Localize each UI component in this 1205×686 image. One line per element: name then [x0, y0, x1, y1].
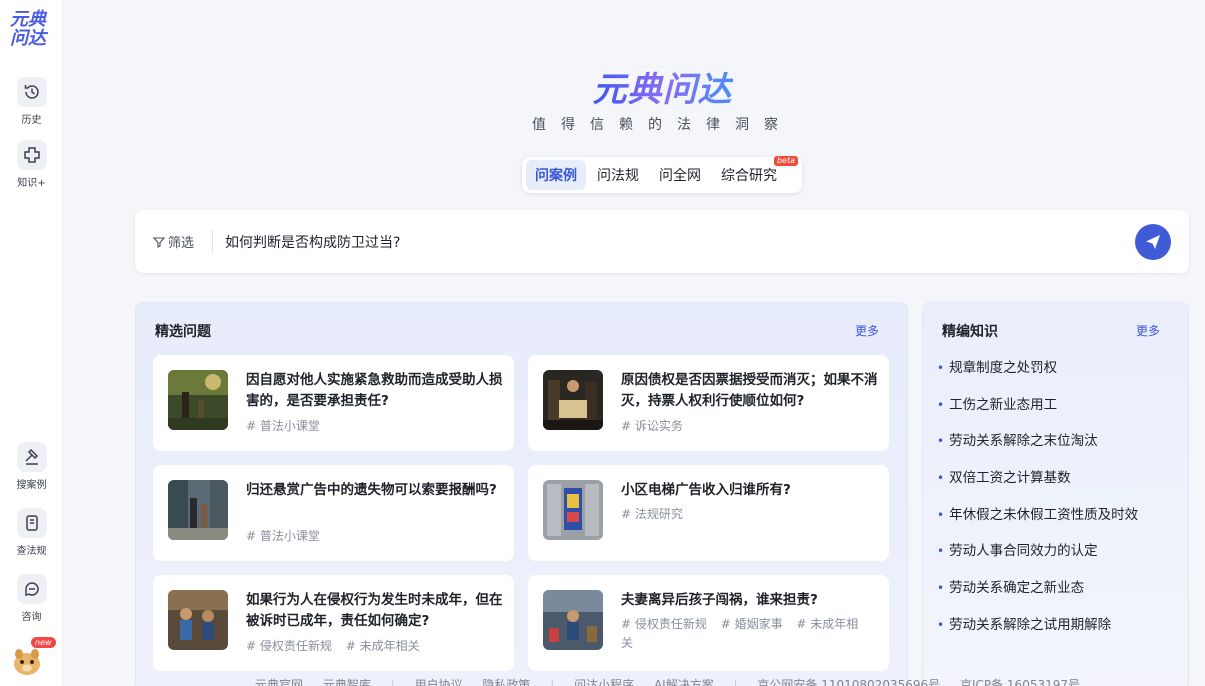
- knowledge-item[interactable]: 劳动关系确定之新业态: [937, 578, 1138, 615]
- footer-link[interactable]: 元典智库: [323, 678, 371, 686]
- featured-title: 精选问题: [155, 324, 211, 340]
- featured-more-link[interactable]: 更多: [855, 322, 879, 339]
- knowledge-item[interactable]: 年休假之未休假工资性质及时效: [937, 505, 1138, 542]
- sidebar-item-consult[interactable]: 咨询: [0, 574, 63, 623]
- card-thumbnail: [168, 590, 228, 650]
- tab-research[interactable]: 综合研究 beta: [712, 156, 798, 190]
- filter-icon: [153, 236, 165, 248]
- sidebar-item-label: 搜案例: [16, 480, 47, 491]
- sidebar-item-search-laws[interactable]: 查法规: [0, 508, 63, 557]
- card-tags: # 侵权责任新规 # 婚姻家事 # 未成年相关: [621, 615, 871, 653]
- footer-link[interactable]: 元典官网: [255, 678, 303, 686]
- knowledge-item[interactable]: 劳动人事合同效力的认定: [937, 541, 1138, 578]
- sidebar-item-label: 知识+: [17, 178, 46, 189]
- footer-link[interactable]: 京ICP备 16053197号: [960, 678, 1080, 686]
- card-tags: # 侵权责任新规 # 未成年相关: [246, 637, 496, 656]
- mode-tabs: 问案例 问法规 问全网 综合研究 beta: [522, 156, 802, 193]
- sidebar-item-knowledge[interactable]: 知识+: [0, 140, 63, 189]
- card-tag[interactable]: # 未成年相关: [346, 639, 420, 653]
- card-thumbnail: [543, 590, 603, 650]
- brand-subtitle: 值得信赖的法律洞察: [532, 117, 793, 133]
- send-button[interactable]: [1135, 224, 1171, 260]
- knowledge-item[interactable]: 劳动关系解除之末位淘汰: [937, 431, 1138, 468]
- card-title: 原因债权是否因票据授受而消灭；如果不消灭，持票人权利行使顺位如何?: [621, 372, 878, 409]
- card-tag[interactable]: # 侵权责任新规: [246, 639, 332, 653]
- card-tags: # 普法小课堂: [246, 417, 496, 436]
- knowledge-item[interactable]: 规章制度之处罚权: [937, 358, 1138, 395]
- question-card[interactable]: 因自愿对他人实施紧急救助而造成受助人损害的，是否要承担责任? # 普法小课堂: [153, 355, 514, 451]
- send-icon: [1146, 235, 1160, 249]
- footer-link[interactable]: 隐私政策: [482, 678, 530, 686]
- knowledge-more-link[interactable]: 更多: [1136, 322, 1160, 339]
- tab-research-label: 综合研究: [721, 168, 777, 184]
- footer-link[interactable]: 京公网安备 11010802035696号: [757, 678, 940, 686]
- card-tag[interactable]: # 法规研究: [621, 507, 683, 521]
- card-thumbnail: [168, 480, 228, 540]
- card-tag[interactable]: # 普法小课堂: [246, 529, 320, 543]
- footer-link[interactable]: 问达小程序: [574, 678, 634, 686]
- tab-cases[interactable]: 问案例: [526, 160, 586, 190]
- knowledge-item[interactable]: 工伤之新业态用工: [937, 395, 1138, 432]
- card-thumbnail: [543, 370, 603, 430]
- card-tags: # 诉讼实务: [621, 417, 871, 436]
- gavel-icon: [16, 442, 47, 472]
- card-tag[interactable]: # 普法小课堂: [246, 419, 320, 433]
- logo-line-2: 问达: [10, 28, 46, 49]
- tab-laws[interactable]: 问法规: [588, 160, 648, 190]
- question-card[interactable]: 如果行为人在侵权行为发生时未成年，但在被诉时已成年，责任如何确定? # 侵权责任…: [153, 575, 514, 671]
- brand-title: 元典问达: [592, 70, 733, 110]
- question-card[interactable]: 夫妻离异后孩子闯祸，谁来担责? # 侵权责任新规 # 婚姻家事 # 未成年相关: [528, 575, 889, 671]
- question-card[interactable]: 归还悬赏广告中的遗失物可以索要报酬吗? # 普法小课堂: [153, 465, 514, 561]
- card-tags: # 普法小课堂: [246, 527, 496, 546]
- knowledge-icon: [16, 140, 47, 170]
- tab-web[interactable]: 问全网: [650, 160, 710, 190]
- knowledge-item[interactable]: 双倍工资之计算基数: [937, 468, 1138, 505]
- search-bar: 筛选: [135, 210, 1189, 273]
- knowledge-panel: 精编知识 更多 规章制度之处罚权 工伤之新业态用工 劳动关系解除之末位淘汰 双倍…: [922, 302, 1189, 686]
- card-title: 小区电梯广告收入归谁所有?: [621, 482, 791, 498]
- card-title: 如果行为人在侵权行为发生时未成年，但在被诉时已成年，责任如何确定?: [246, 592, 503, 629]
- featured-questions-panel: 精选问题 更多 因自愿对他人实施紧急救助而造成受助人损害的，是否要承担责任? #…: [135, 302, 908, 686]
- footer-divider: |: [550, 678, 555, 686]
- consult-icon: [16, 574, 47, 604]
- filter-divider: [212, 230, 213, 254]
- app-logo[interactable]: 元典 问达: [10, 10, 50, 48]
- knowledge-list: 规章制度之处罚权 工伤之新业态用工 劳动关系解除之末位淘汰 双倍工资之计算基数 …: [937, 358, 1138, 652]
- sidebar-item-label: 咨询: [21, 612, 42, 623]
- footer-link[interactable]: 用户协议: [415, 678, 463, 686]
- card-title: 因自愿对他人实施紧急救助而造成受助人损害的，是否要承担责任?: [246, 372, 503, 409]
- footer-divider: |: [733, 678, 738, 686]
- card-tag[interactable]: # 诉讼实务: [621, 419, 683, 433]
- card-thumbnail: [543, 480, 603, 540]
- logo-line-1: 元典: [10, 9, 46, 30]
- avatar[interactable]: [10, 645, 44, 677]
- card-tag[interactable]: # 侵权责任新规: [621, 617, 707, 631]
- filter-button[interactable]: 筛选: [153, 232, 194, 251]
- question-card[interactable]: 原因债权是否因票据授受而消灭；如果不消灭，持票人权利行使顺位如何? # 诉讼实务: [528, 355, 889, 451]
- sidebar-item-search-cases[interactable]: 搜案例: [0, 442, 63, 491]
- footer-link[interactable]: AI解决方案: [654, 678, 714, 686]
- question-card[interactable]: 小区电梯广告收入归谁所有? # 法规研究: [528, 465, 889, 561]
- card-title: 夫妻离异后孩子闯祸，谁来担责?: [621, 592, 818, 608]
- card-tag[interactable]: # 婚姻家事: [721, 617, 783, 631]
- book-icon: [16, 508, 47, 538]
- beta-badge: beta: [773, 156, 798, 166]
- footer: 元典官网 元典智库 | 用户协议 隐私政策 | 问达小程序 AI解决方案 | 京…: [255, 676, 1096, 686]
- footer-divider: |: [390, 678, 395, 686]
- knowledge-title: 精编知识: [942, 324, 998, 340]
- search-input[interactable]: [225, 230, 1105, 254]
- knowledge-item[interactable]: 劳动关系解除之试用期解除: [937, 615, 1138, 652]
- filter-label: 筛选: [168, 236, 195, 251]
- card-thumbnail: [168, 370, 228, 430]
- sidebar-item-label: 查法规: [16, 546, 47, 557]
- new-badge: new: [31, 637, 56, 648]
- card-tags: # 法规研究: [621, 505, 871, 524]
- card-title: 归还悬赏广告中的遗失物可以索要报酬吗?: [246, 482, 497, 498]
